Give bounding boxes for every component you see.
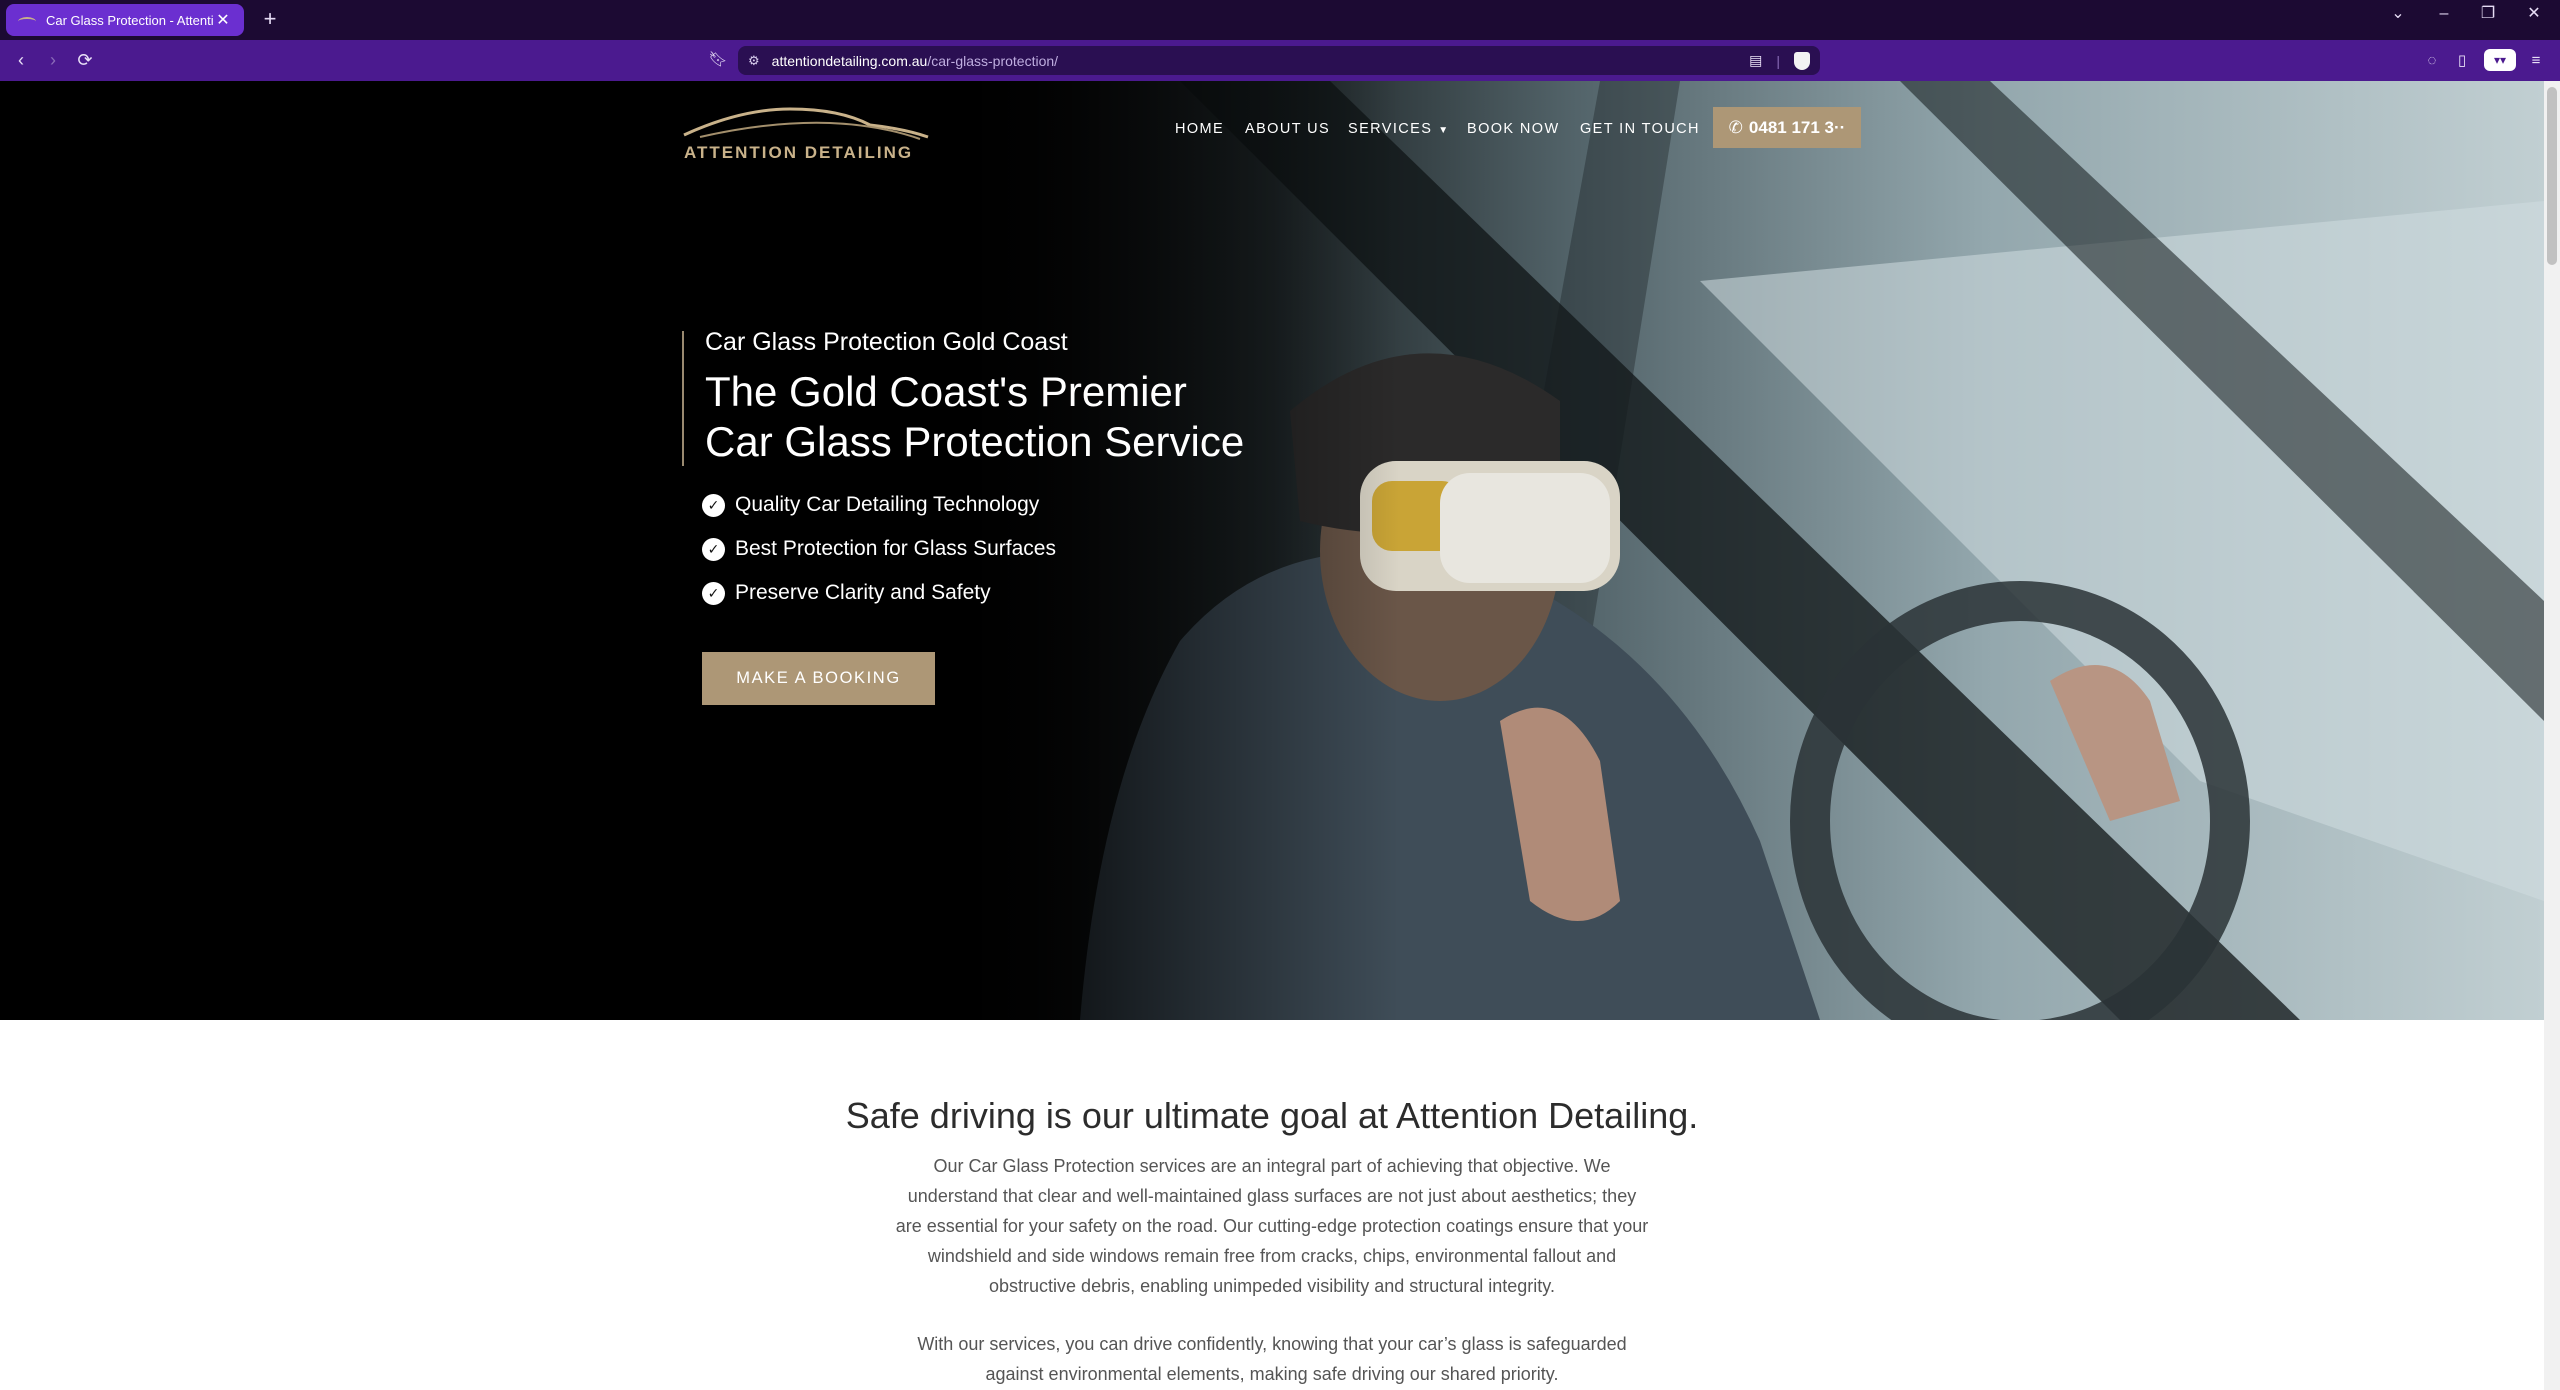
chevron-down-icon: ▼: [1438, 125, 1450, 136]
feature-item: ✓ Best Protection for Glass Surfaces: [702, 537, 1056, 561]
tab-close-icon[interactable]: ✕: [214, 10, 232, 30]
hero-section: ATTENTION DETAILING HOME ABOUT US SERVIC…: [0, 81, 2544, 1020]
paragraph-line: are essential for your safety on the roa…: [895, 1216, 1649, 1236]
make-a-booking-button[interactable]: MAKE A BOOKING: [702, 652, 935, 705]
paragraph-line: windshield and side windows remain free …: [927, 1246, 1617, 1266]
brave-shield-icon[interactable]: [1794, 51, 1810, 70]
feature-text: Preserve Clarity and Safety: [735, 581, 991, 604]
tab-search-chevron-icon[interactable]: ⌄: [2376, 0, 2420, 30]
feature-item: ✓ Quality Car Detailing Technology: [702, 493, 1039, 517]
minimize-icon[interactable]: –: [2422, 0, 2466, 30]
url-host: attentiondetailing.com.au: [771, 52, 928, 69]
feature-text: Quality Car Detailing Technology: [735, 493, 1040, 516]
url-path: /car-glass-protection/: [927, 52, 1059, 69]
checkmark-icon: ✓: [702, 493, 725, 517]
paragraph-line: obstructive debris, enabling unimpeded v…: [989, 1276, 1555, 1296]
address-bar[interactable]: ⚙ attentiondetailing.com.au /car-glass-p…: [738, 46, 1820, 75]
hero-title-line-2: Car Glass Protection Service: [705, 418, 1245, 465]
page-viewport: ATTENTION DETAILING HOME ABOUT US SERVIC…: [0, 81, 2544, 1390]
hero-title-line-1: The Gold Coast's Premier: [705, 368, 1187, 415]
hero-title: The Gold Coast's Premier Car Glass Prote…: [705, 367, 1325, 467]
page-scrollbar[interactable]: [2544, 81, 2560, 1390]
wallet-icon[interactable]: ▾▾: [2484, 49, 2516, 71]
nav-services-label: SERVICES: [1348, 121, 1433, 137]
paragraph-line: With our services, you can drive confide…: [917, 1334, 1627, 1354]
nav-about-us[interactable]: ABOUT US: [1245, 121, 1330, 137]
nav-book-now[interactable]: BOOK NOW: [1467, 121, 1560, 137]
leo-ai-icon[interactable]: ◌: [2420, 50, 2444, 72]
browser-tab-active[interactable]: Car Glass Protection - Attention ✕: [6, 4, 244, 36]
scrollbar-thumb[interactable]: [2547, 87, 2557, 265]
feature-item: ✓ Preserve Clarity and Safety: [702, 581, 991, 605]
checkmark-icon: ✓: [702, 537, 725, 561]
reload-icon[interactable]: ⟳: [70, 46, 100, 76]
browser-tab-strip: Car Glass Protection - Attention ✕ + ⌄ –…: [0, 0, 2560, 40]
site-logo[interactable]: ATTENTION DETAILING: [680, 103, 930, 167]
hero-subtitle: Car Glass Protection Gold Coast: [705, 328, 1068, 356]
sidebar-icon[interactable]: ▯: [2450, 50, 2474, 72]
paragraph-line: against environmental elements, making s…: [985, 1364, 1559, 1384]
site-info-icon[interactable]: ⚙: [748, 53, 760, 69]
nav-services[interactable]: SERVICES ▼: [1348, 121, 1450, 137]
logo-text: ATTENTION DETAILING: [684, 143, 914, 162]
intro-paragraph: Our Car Glass Protection services are an…: [870, 1151, 1674, 1301]
nav-get-in-touch[interactable]: GET IN TOUCH: [1580, 121, 1700, 137]
menu-icon[interactable]: ≡: [2524, 50, 2548, 72]
section-heading: Safe driving is our ultimate goal at Att…: [845, 1095, 1699, 1136]
new-tab-button[interactable]: +: [256, 6, 284, 34]
paragraph-line: Our Car Glass Protection services are an…: [933, 1156, 1611, 1176]
site-favicon-icon: [18, 15, 36, 25]
back-arrow-icon[interactable]: ‹: [6, 46, 36, 76]
close-window-icon[interactable]: ✕: [2512, 0, 2556, 30]
hero-background-photo: [0, 81, 2544, 1020]
nav-home[interactable]: HOME: [1175, 121, 1224, 137]
browser-toolbar: ‹ › ⟳ 🔖︎ ⚙ attentiondetailing.com.au /ca…: [0, 40, 2560, 81]
feature-text: Best Protection for Glass Surfaces: [735, 537, 1056, 560]
restore-icon[interactable]: ❐: [2466, 0, 2510, 30]
forward-arrow-icon[interactable]: ›: [38, 46, 68, 76]
tab-title: Car Glass Protection - Attention: [46, 12, 214, 28]
paragraph-line: understand that clear and well-maintaine…: [907, 1186, 1637, 1206]
phone-icon: ✆: [1728, 117, 1743, 137]
phone-number: 0481 171 3··: [1748, 117, 1846, 137]
car-silhouette-logo-icon: [683, 107, 929, 140]
reader-mode-icon[interactable]: ▤: [1749, 52, 1762, 69]
second-paragraph: With our services, you can drive confide…: [870, 1329, 1674, 1389]
phone-call-button[interactable]: ✆ 0481 171 3··: [1713, 107, 1861, 148]
hero-heading-block: Car Glass Protection Gold Coast The Gold…: [682, 328, 1282, 466]
bookmark-icon[interactable]: 🔖︎: [708, 48, 728, 72]
checkmark-icon: ✓: [702, 581, 725, 605]
